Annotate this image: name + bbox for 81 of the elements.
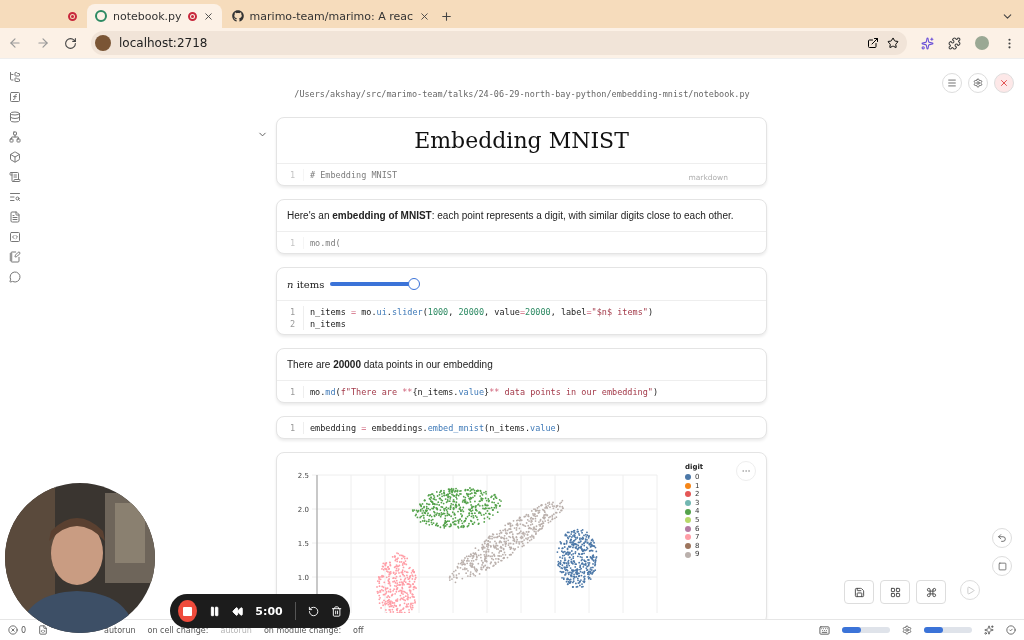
undo-icon — [997, 533, 1007, 543]
trash-icon[interactable] — [330, 604, 342, 618]
undo-button[interactable] — [992, 528, 1012, 548]
settings-button[interactable] — [968, 73, 988, 93]
status-text: autorun — [220, 625, 252, 635]
command-button[interactable] — [916, 580, 946, 604]
browser-tab[interactable]: notebook.py — [87, 4, 222, 28]
line-number: 2 — [288, 319, 295, 329]
site-icon — [95, 35, 111, 51]
notebook-heading: Embedding MNIST — [413, 128, 630, 153]
file-tree-icon[interactable] — [9, 71, 21, 83]
network-icon[interactable] — [9, 131, 21, 143]
open-external-icon[interactable] — [867, 37, 879, 49]
status-text: autorun — [104, 625, 136, 635]
keyboard-icon[interactable] — [819, 624, 830, 636]
reload-icon[interactable] — [64, 36, 77, 50]
error-icon — [8, 625, 18, 635]
function-icon[interactable] — [9, 91, 21, 103]
code-line: n_items — [303, 318, 346, 330]
code-line: mo.md( — [303, 237, 341, 249]
line-number: 1 — [288, 307, 295, 317]
restart-icon[interactable] — [307, 604, 319, 618]
line-number: 1 — [288, 238, 295, 248]
slider[interactable] — [330, 278, 421, 290]
tab-title: notebook.py — [113, 9, 182, 23]
code-line: embedding = embeddings.embed_mnist(n_items.value) — [303, 422, 561, 434]
text-search-icon[interactable] — [9, 191, 21, 203]
command-icon — [925, 586, 937, 598]
stop-recording-button[interactable] — [178, 600, 197, 622]
slider-thumb[interactable] — [408, 278, 421, 290]
status-text: on cell change: — [147, 625, 209, 635]
rewind-icon[interactable] — [232, 604, 244, 618]
line-number: 1 — [288, 423, 295, 433]
notebook-edit-icon[interactable] — [9, 251, 21, 263]
gear-icon[interactable] — [902, 625, 912, 635]
code-line: # Embedding MNIST — [303, 169, 397, 181]
recording-time: 5:00 — [255, 604, 283, 618]
bookmark-star-icon[interactable] — [887, 37, 899, 49]
back-icon[interactable] — [8, 36, 22, 50]
slider-label: n items — [287, 278, 325, 290]
square-icon — [997, 561, 1007, 571]
code-line: n_items = mo.ui.slider(1000, 20000, value=20000, label="$n$ items") — [303, 306, 653, 318]
line-number: 1 — [288, 387, 295, 397]
ring-icon — [95, 10, 107, 22]
extension-icon[interactable] — [921, 36, 934, 50]
tab-title: marimo-team/marimo: A reac — [249, 9, 414, 23]
check-icon[interactable] — [1006, 625, 1016, 635]
layout-button[interactable] — [880, 580, 910, 604]
pause-icon[interactable] — [208, 604, 221, 618]
markdown-text: There are 20000 data points in our embedding — [287, 359, 493, 370]
help-bubble-icon[interactable] — [9, 271, 21, 283]
line-number: 1 — [288, 170, 295, 180]
puzzle-icon[interactable] — [948, 36, 961, 50]
save-button[interactable] — [844, 580, 874, 604]
file-path: /Users/akshay/src/marimo-team/talks/24-06-29-north-bay-python/embedding-mnist/notebook.py — [294, 89, 750, 99]
close-icon[interactable] — [202, 10, 214, 22]
status-text: on module change: — [263, 625, 342, 635]
settings-icon — [973, 78, 983, 88]
save-icon — [853, 586, 865, 598]
address-bar[interactable]: localhost:2718 — [91, 31, 907, 55]
grid-icon — [889, 586, 901, 598]
close-button[interactable] — [994, 73, 1014, 93]
menu-icon — [947, 78, 957, 88]
cube-icon[interactable] — [9, 151, 21, 163]
scroll-icon[interactable] — [9, 171, 21, 183]
sparkle-icon[interactable] — [984, 625, 994, 635]
status-text: off — [353, 625, 364, 635]
database-icon[interactable] — [9, 111, 21, 123]
browser-tab[interactable]: marimo-team/marimo: A reac — [223, 4, 439, 28]
markdown-text: Here's an embedding of MNIST: each point represents a digit, with similar digits close to each other. — [287, 210, 734, 221]
close-icon — [999, 78, 1009, 88]
url-text: localhost:2718 — [119, 36, 209, 50]
play-icon — [965, 585, 975, 595]
code-line: mo.md(f"There are **{n_items.value}** data points in our embedding") — [303, 386, 659, 398]
file-icon[interactable] — [38, 625, 49, 635]
error-count: 0 — [21, 625, 27, 635]
github-icon — [231, 10, 244, 22]
document-icon[interactable] — [9, 211, 21, 223]
forward-icon[interactable] — [36, 36, 50, 50]
close-icon[interactable] — [419, 10, 431, 22]
code-icon[interactable] — [9, 231, 21, 243]
